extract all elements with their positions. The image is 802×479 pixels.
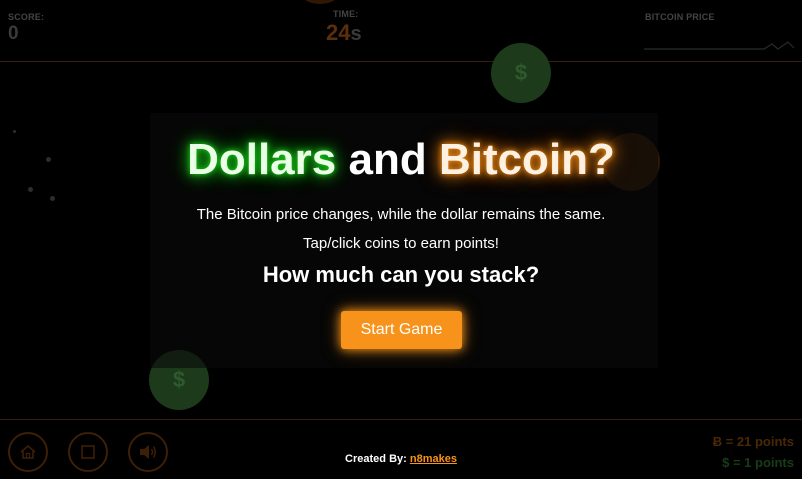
time-label: TIME:	[333, 9, 359, 19]
time-readout: 24s	[326, 20, 362, 46]
hud-bar: SCORE: 0 TIME: 24s BITCOIN PRICE	[0, 0, 802, 62]
legend-dollar-points: $ = 1 points	[722, 455, 794, 470]
credit-line: Created By: n8makes	[0, 453, 802, 465]
score-label: SCORE:	[8, 12, 45, 22]
author-link[interactable]: n8makes	[410, 453, 457, 465]
bitcoin-price-label: BITCOIN PRICE	[645, 12, 715, 22]
footer-bar	[0, 419, 802, 479]
created-by-label: Created By:	[345, 453, 407, 465]
bitcoin-price-sparkline	[644, 41, 795, 50]
title-and: and	[348, 135, 427, 184]
sound-toggle-button[interactable]	[128, 432, 168, 472]
time-value: 24	[326, 20, 351, 45]
particle	[28, 187, 33, 192]
dollar-coin-icon[interactable]: $	[491, 43, 551, 103]
time-unit: s	[350, 23, 362, 45]
start-game-button[interactable]: Start Game	[341, 311, 462, 349]
particle	[50, 196, 55, 201]
intro-text-line2: Tap/click coins to earn points!	[303, 235, 499, 252]
intro-headline: How much can you stack?	[262, 262, 540, 287]
game-title: Dollars and Bitcoin?	[0, 134, 802, 186]
title-bitcoin: Bitcoin?	[438, 135, 615, 184]
intro-text-line1: The Bitcoin price changes, while the dol…	[196, 206, 606, 223]
title-dollars: Dollars	[187, 135, 337, 184]
stop-button[interactable]	[68, 432, 108, 472]
legend-bitcoin-points: Ƀ = 21 points	[712, 434, 794, 449]
particle	[13, 130, 16, 133]
home-button[interactable]	[8, 432, 48, 472]
score-value: 0	[8, 23, 19, 44]
